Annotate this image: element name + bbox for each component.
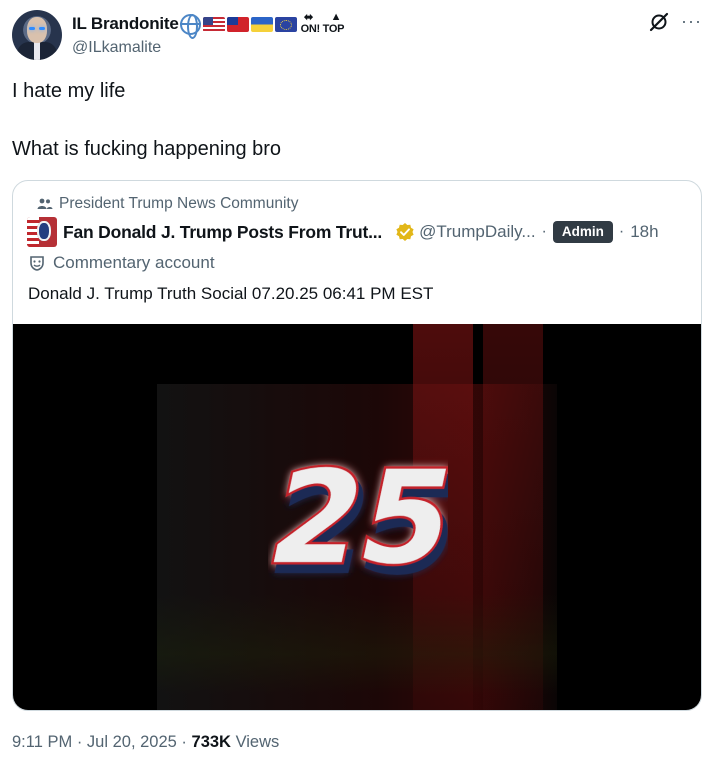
quoted-author-row: Fan Donald J. Trump Posts From Trut... @… xyxy=(27,217,697,247)
on-top-text: ON! TOP xyxy=(300,23,345,35)
post-metadata: 9:11 PM · Jul 20, 2025 · 733K Views xyxy=(12,733,279,752)
avatar-face xyxy=(27,17,47,43)
verified-badge-icon xyxy=(396,223,414,241)
separator-dot: · xyxy=(618,223,625,240)
media-bottom-tint xyxy=(157,594,557,694)
quoted-author-handle[interactable]: @TrumpDaily... xyxy=(419,222,535,242)
community-name: President Trump News Community xyxy=(59,195,299,212)
commentary-account-label: Commentary account xyxy=(29,253,215,273)
community-people-icon xyxy=(37,198,53,209)
more-options-icon[interactable]: ··· xyxy=(681,12,702,30)
media-25-graphic: 25 25 xyxy=(268,441,448,594)
on-top-icon: ⬌ ▲ ON! TOP xyxy=(301,11,347,37)
commentary-account-text: Commentary account xyxy=(53,253,215,272)
author-handle[interactable]: @ILkamalite xyxy=(72,39,161,57)
author-name-row: IL Brandonite ⬌ ▲ ON! TOP xyxy=(72,11,347,39)
separator-dot: · xyxy=(181,733,192,751)
quoted-post-age[interactable]: 18h xyxy=(630,222,658,242)
avatar-eye-right xyxy=(39,27,45,30)
views-count: 733K xyxy=(191,733,231,751)
flag-taiwan-icon xyxy=(226,16,249,32)
post-date[interactable]: Jul 20, 2025 xyxy=(87,733,177,751)
on-top-arrows: ⬌ xyxy=(303,10,314,24)
separator-dot: · xyxy=(541,223,547,240)
tweet-text-line-1: I hate my life xyxy=(12,80,126,102)
author-display-name[interactable]: IL Brandonite xyxy=(72,14,179,34)
tweet-text-line-2: What is fucking happening bro xyxy=(12,138,282,160)
avatar-shirt xyxy=(34,42,40,60)
author-avatar[interactable] xyxy=(12,10,62,60)
quoted-post-text: Donald J. Trump Truth Social 07.20.25 06… xyxy=(28,284,434,303)
admin-badge: Admin xyxy=(552,221,613,243)
views-label: Views xyxy=(235,733,280,751)
quoted-post-media[interactable]: 25 25 xyxy=(13,324,701,710)
post-time[interactable]: 9:11 PM xyxy=(12,733,72,751)
avatar-eye-left xyxy=(29,27,35,30)
media-25-text: 25 xyxy=(268,443,448,592)
quoted-author-name[interactable]: Fan Donald J. Trump Posts From Trut... xyxy=(63,222,382,243)
separator-dot: · xyxy=(76,733,87,751)
flag-us-icon xyxy=(202,16,225,32)
flag-eu-icon xyxy=(274,16,297,32)
globe-icon xyxy=(179,13,201,39)
grok-icon[interactable] xyxy=(648,11,670,33)
flag-ukraine-icon xyxy=(250,16,273,32)
on-top-up-arrow: ▲ xyxy=(330,11,342,23)
quoted-author-avatar[interactable] xyxy=(27,217,57,247)
quoted-post-card[interactable]: President Trump News Community Fan Donal… xyxy=(12,180,702,711)
theater-mask-icon xyxy=(30,256,44,271)
community-label[interactable]: President Trump News Community xyxy=(37,195,298,213)
